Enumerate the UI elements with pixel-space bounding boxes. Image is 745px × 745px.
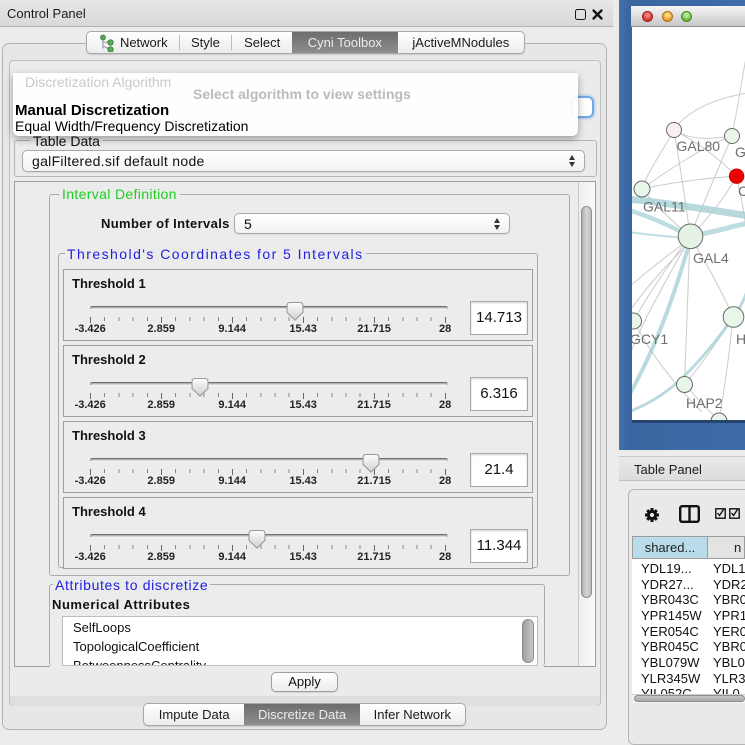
svg-text:H: H bbox=[736, 331, 745, 347]
svg-text:GAL80: GAL80 bbox=[677, 138, 721, 154]
svg-text:G.: G. bbox=[735, 144, 745, 160]
svg-text:HAP2: HAP2 bbox=[686, 395, 723, 411]
svg-text:GCY1: GCY1 bbox=[632, 331, 668, 347]
svg-text:C: C bbox=[738, 183, 745, 199]
svg-text:GAL11: GAL11 bbox=[643, 199, 686, 215]
svg-text:GAL4: GAL4 bbox=[693, 250, 729, 266]
